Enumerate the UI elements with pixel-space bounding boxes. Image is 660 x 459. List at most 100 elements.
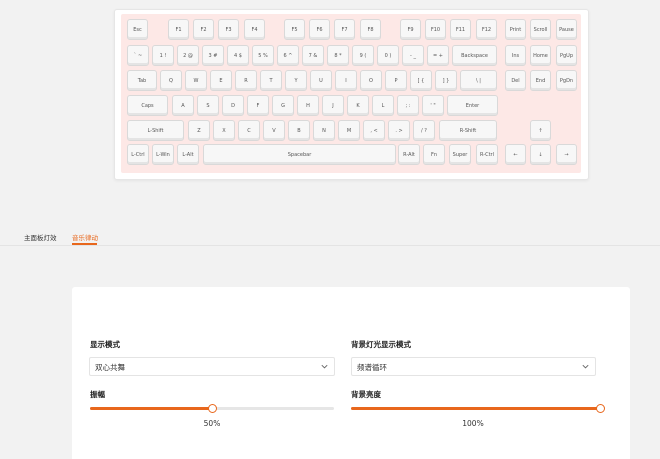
key-sym-12[interactable]: = +: [427, 45, 449, 66]
key-esc[interactable]: Esc: [127, 19, 148, 40]
key-pgup[interactable]: PgUp: [556, 45, 577, 66]
key-o[interactable]: O: [360, 70, 382, 91]
key-f2[interactable]: F2: [193, 19, 214, 40]
key-3[interactable]: 3 #: [202, 45, 224, 66]
key-d[interactable]: D: [222, 95, 244, 116]
key-sym-13[interactable]: \ |: [460, 70, 497, 91]
key-sym-8[interactable]: , <: [363, 120, 385, 141]
key-5[interactable]: 5 %: [252, 45, 274, 66]
key-sym-9[interactable]: ↓: [530, 144, 551, 165]
key-n[interactable]: N: [313, 120, 335, 141]
key-6[interactable]: 6 ^: [277, 45, 299, 66]
key-sym-11[interactable]: ' ": [422, 95, 444, 116]
key-8[interactable]: 8 *: [327, 45, 349, 66]
key-h[interactable]: H: [297, 95, 319, 116]
key-q[interactable]: Q: [160, 70, 182, 91]
key-u[interactable]: U: [310, 70, 332, 91]
key-v[interactable]: V: [263, 120, 285, 141]
key-ins[interactable]: Ins: [505, 45, 526, 66]
key-l-shift[interactable]: L-Shift: [127, 120, 184, 141]
key-f6[interactable]: F6: [309, 19, 330, 40]
key-9[interactable]: 9 (: [352, 45, 374, 66]
key-x[interactable]: X: [213, 120, 235, 141]
key-l-ctrl[interactable]: L-Ctrl: [127, 144, 149, 165]
key-pgdn[interactable]: PgDn: [556, 70, 577, 91]
key-f8[interactable]: F8: [360, 19, 381, 40]
key-f12[interactable]: F12: [476, 19, 497, 40]
key-sym-10[interactable]: / ?: [413, 120, 435, 141]
key-sym-12[interactable]: ] }: [435, 70, 457, 91]
key-sym-10[interactable]: ; :: [397, 95, 419, 116]
key-sym-11[interactable]: - _: [402, 45, 424, 66]
key-c[interactable]: C: [238, 120, 260, 141]
amplitude-slider[interactable]: [90, 404, 334, 413]
key-del[interactable]: Del: [505, 70, 526, 91]
key-f11[interactable]: F11: [450, 19, 471, 40]
amplitude-slider-thumb[interactable]: [207, 404, 217, 413]
key-f7[interactable]: F7: [334, 19, 355, 40]
key-r-shift[interactable]: R-Shift: [439, 120, 497, 141]
key-f5[interactable]: F5: [284, 19, 305, 40]
key-sym-9[interactable]: . >: [388, 120, 410, 141]
key-t[interactable]: T: [260, 70, 282, 91]
key-tab[interactable]: Tab: [127, 70, 157, 91]
key-2[interactable]: 2 @: [177, 45, 199, 66]
key-caps[interactable]: Caps: [127, 95, 168, 116]
key-r-ctrl[interactable]: R-Ctrl: [476, 144, 498, 165]
key-b[interactable]: B: [288, 120, 310, 141]
key-1[interactable]: 1 !: [152, 45, 174, 66]
key-r-alt[interactable]: R-Alt: [398, 144, 420, 165]
key-p[interactable]: P: [385, 70, 407, 91]
key-scroll[interactable]: Scroll: [530, 19, 551, 40]
key-k[interactable]: K: [347, 95, 369, 116]
key-i[interactable]: I: [335, 70, 357, 91]
key-print[interactable]: Print: [505, 19, 526, 40]
key-e[interactable]: E: [210, 70, 232, 91]
key-l[interactable]: L: [372, 95, 394, 116]
bg-mode-select[interactable]: 频谱循环: [351, 357, 596, 376]
key-f10[interactable]: F10: [425, 19, 446, 40]
key-f1[interactable]: F1: [168, 19, 189, 40]
key-spacebar[interactable]: Spacebar: [203, 144, 396, 165]
key-7[interactable]: 7 &: [302, 45, 324, 66]
key-r[interactable]: R: [235, 70, 257, 91]
key-a[interactable]: A: [172, 95, 194, 116]
key-f9[interactable]: F9: [400, 19, 421, 40]
tab-main-panel-effects[interactable]: 主面板灯效: [24, 232, 57, 242]
key-super[interactable]: Super: [449, 144, 471, 165]
key-l-win[interactable]: L-Win: [152, 144, 174, 165]
key-pause[interactable]: Pause: [556, 19, 577, 40]
key-enter[interactable]: Enter: [447, 95, 498, 116]
key-sym-8[interactable]: ←: [505, 144, 526, 165]
key-backspace[interactable]: Backspace: [452, 45, 497, 66]
key-f4[interactable]: F4: [244, 19, 265, 40]
key-fn[interactable]: Fn: [423, 144, 445, 165]
key-j[interactable]: J: [322, 95, 344, 116]
key-y[interactable]: Y: [285, 70, 307, 91]
key-end[interactable]: End: [530, 70, 551, 91]
display-mode-select[interactable]: 双心共舞: [89, 357, 335, 376]
bg-mode-label: 背景灯光显示模式: [351, 340, 411, 349]
amplitude-value: 50%: [203, 419, 221, 428]
key-s[interactable]: S: [197, 95, 219, 116]
key-sym-0[interactable]: ` ~: [127, 45, 149, 66]
key-m[interactable]: M: [338, 120, 360, 141]
key-w[interactable]: W: [185, 70, 207, 91]
key-l-alt[interactable]: L-Alt: [177, 144, 199, 165]
key-f3[interactable]: F3: [218, 19, 239, 40]
key-4[interactable]: 4 $: [227, 45, 249, 66]
tab-bar: 主面板灯效 音乐律动: [0, 224, 660, 246]
key-f[interactable]: F: [247, 95, 269, 116]
bg-brightness-slider[interactable]: [351, 404, 605, 413]
key-home[interactable]: Home: [530, 45, 551, 66]
tab-music-rhythm[interactable]: 音乐律动: [72, 232, 98, 242]
bg-brightness-slider-thumb[interactable]: [595, 404, 605, 413]
key-0[interactable]: 0 ): [377, 45, 399, 66]
key-g[interactable]: G: [272, 95, 294, 116]
key-z[interactable]: Z: [188, 120, 210, 141]
key-sym-10[interactable]: →: [556, 144, 577, 165]
display-mode-value: 双心共舞: [95, 363, 125, 372]
chevron-down-icon: [321, 364, 328, 369]
key-sym-12[interactable]: ↑: [530, 120, 551, 141]
key-sym-11[interactable]: [ {: [410, 70, 432, 91]
